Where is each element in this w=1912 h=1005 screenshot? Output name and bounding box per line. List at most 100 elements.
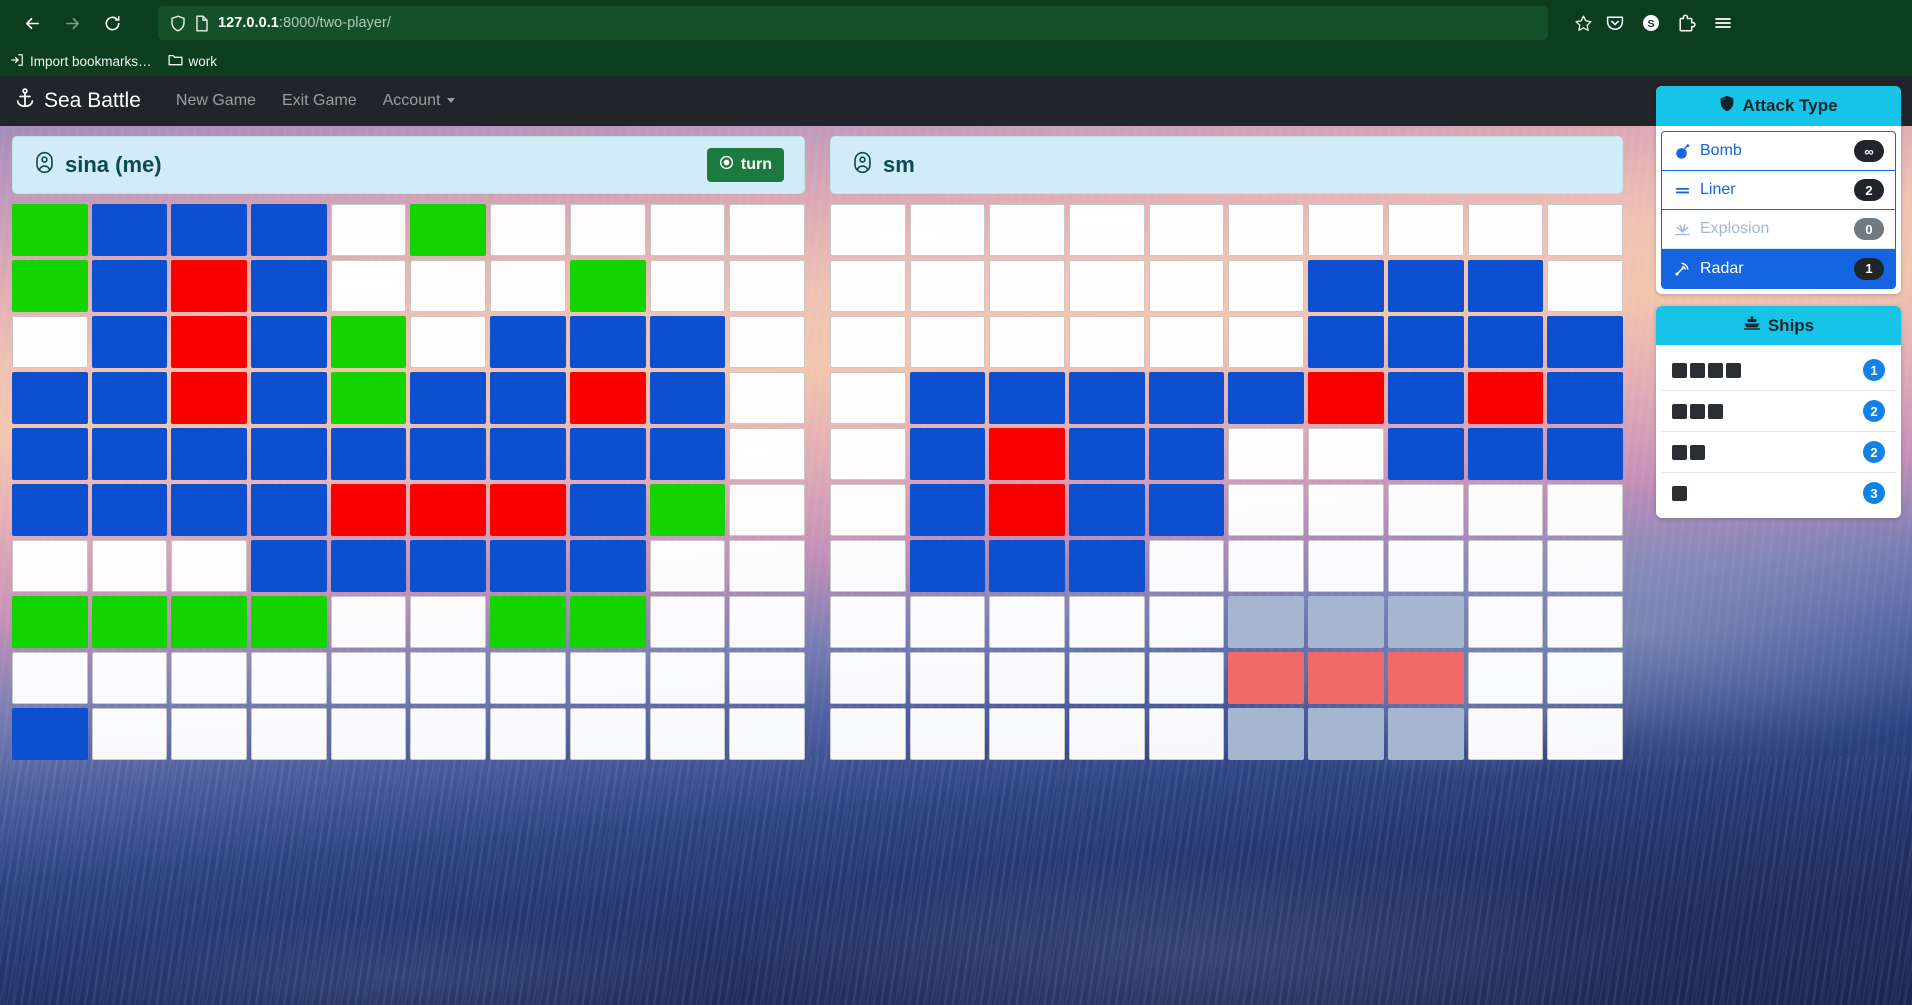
grid-cell[interactable] [830, 260, 906, 312]
grid-cell[interactable] [1069, 372, 1145, 424]
grid-cell[interactable] [91, 260, 168, 312]
grid-cell[interactable] [649, 316, 726, 368]
grid-cell[interactable] [1547, 596, 1623, 648]
bookmark-star-icon[interactable] [1574, 14, 1593, 33]
grid-cell[interactable] [1148, 708, 1225, 760]
grid-cell[interactable] [1467, 540, 1544, 592]
grid-cell[interactable] [330, 316, 407, 368]
grid-cell[interactable] [649, 204, 726, 256]
grid-cell[interactable] [1069, 596, 1145, 648]
grid-cell[interactable] [1387, 372, 1464, 424]
grid-cell[interactable] [1467, 204, 1544, 256]
grid-cell[interactable] [330, 484, 407, 536]
grid-cell[interactable] [1069, 260, 1145, 312]
grid-cell[interactable] [649, 596, 726, 648]
grid-cell[interactable] [1148, 260, 1225, 312]
bookmark-import-bookmarks[interactable]: Import bookmarks… [10, 53, 152, 70]
grid-cell[interactable] [830, 372, 906, 424]
grid-cell[interactable] [1387, 428, 1464, 480]
grid-cell[interactable] [909, 652, 986, 704]
grid-cell[interactable] [830, 708, 906, 760]
grid-cell[interactable] [649, 484, 726, 536]
grid-cell[interactable] [1308, 484, 1384, 536]
grid-cell[interactable] [729, 652, 805, 704]
reload-icon[interactable] [94, 5, 130, 41]
grid-cell[interactable] [1308, 652, 1384, 704]
grid-cell[interactable] [490, 428, 566, 480]
grid-cell[interactable] [1308, 596, 1384, 648]
nav-link-exit-game[interactable]: Exit Game [269, 86, 370, 116]
grid-cell[interactable] [1467, 316, 1544, 368]
grid-cell[interactable] [1467, 428, 1544, 480]
grid-cell[interactable] [1308, 316, 1384, 368]
grid-cell[interactable] [1387, 540, 1464, 592]
grid-cell[interactable] [649, 372, 726, 424]
grid-cell[interactable] [251, 260, 327, 312]
grid-cell[interactable] [330, 260, 407, 312]
grid-cell[interactable] [410, 260, 487, 312]
grid-cell[interactable] [1387, 596, 1464, 648]
grid-cell[interactable] [1069, 316, 1145, 368]
grid-cell[interactable] [1308, 708, 1384, 760]
grid-cell[interactable] [909, 428, 986, 480]
grid-cell[interactable] [1228, 596, 1305, 648]
hamburger-menu-icon[interactable] [1713, 13, 1733, 33]
grid-cell[interactable] [1148, 540, 1225, 592]
grid-cell[interactable] [91, 372, 168, 424]
grid-cell[interactable] [1387, 260, 1464, 312]
grid-cell[interactable] [909, 708, 986, 760]
grid-cell[interactable] [830, 652, 906, 704]
grid-cell[interactable] [649, 428, 726, 480]
grid-cell[interactable] [1547, 260, 1623, 312]
grid-cell[interactable] [1387, 204, 1464, 256]
extensions-icon[interactable] [1677, 13, 1697, 33]
grid-cell[interactable] [909, 204, 986, 256]
grid-cell[interactable] [490, 708, 566, 760]
grid-cell[interactable] [410, 596, 487, 648]
grid-cell[interactable] [1547, 484, 1623, 536]
grid-cell[interactable] [989, 260, 1066, 312]
grid-cell[interactable] [989, 708, 1066, 760]
grid-cell[interactable] [171, 260, 248, 312]
grid-cell[interactable] [569, 652, 646, 704]
grid-cell[interactable] [1148, 652, 1225, 704]
grid-cell[interactable] [989, 540, 1066, 592]
grid-cell[interactable] [830, 540, 906, 592]
grid-cell[interactable] [1228, 372, 1305, 424]
grid-cell[interactable] [410, 540, 487, 592]
grid-cell[interactable] [729, 316, 805, 368]
grid-cell[interactable] [1308, 428, 1384, 480]
grid-cell[interactable] [1228, 708, 1305, 760]
grid-cell[interactable] [1467, 708, 1544, 760]
grid-cell[interactable] [989, 428, 1066, 480]
grid-cell[interactable] [1148, 484, 1225, 536]
grid-cell[interactable] [91, 540, 168, 592]
grid-cell[interactable] [490, 204, 566, 256]
grid-cell[interactable] [989, 652, 1066, 704]
bookmark-work[interactable]: work [168, 53, 217, 70]
grid-cell[interactable] [171, 708, 248, 760]
back-arrow-icon[interactable] [14, 5, 50, 41]
grid-cell[interactable] [649, 260, 726, 312]
grid-cell[interactable] [729, 484, 805, 536]
grid-cell[interactable] [490, 596, 566, 648]
grid-cell[interactable] [1387, 708, 1464, 760]
grid-cell[interactable] [12, 708, 88, 760]
grid-cell[interactable] [729, 428, 805, 480]
grid-cell[interactable] [330, 708, 407, 760]
game-grid-sm[interactable] [830, 204, 1623, 760]
app-brand[interactable]: Sea Battle [14, 87, 141, 115]
attack-item-radar[interactable]: Radar 1 [1662, 249, 1895, 288]
grid-cell[interactable] [12, 484, 88, 536]
grid-cell[interactable] [1228, 652, 1305, 704]
grid-cell[interactable] [171, 204, 248, 256]
grid-cell[interactable] [909, 540, 986, 592]
grid-cell[interactable] [251, 372, 327, 424]
grid-cell[interactable] [1148, 428, 1225, 480]
attack-item-liner[interactable]: Liner 2 [1662, 171, 1895, 210]
grid-cell[interactable] [91, 596, 168, 648]
grid-cell[interactable] [1467, 652, 1544, 704]
grid-cell[interactable] [12, 596, 88, 648]
grid-cell[interactable] [909, 596, 986, 648]
grid-cell[interactable] [1069, 428, 1145, 480]
